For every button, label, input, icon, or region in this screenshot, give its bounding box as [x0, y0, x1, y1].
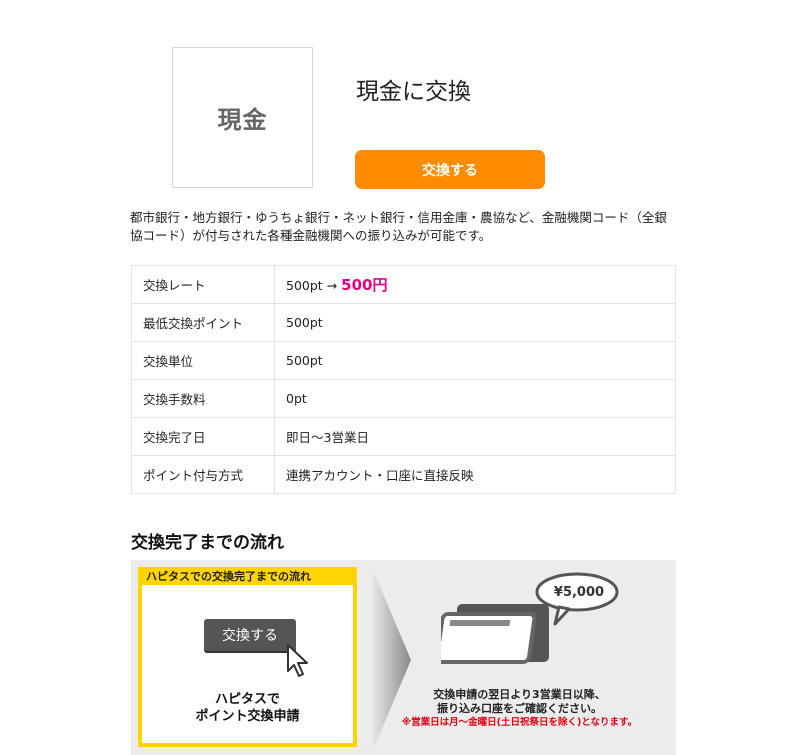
thumbnail-label: 現金	[217, 106, 268, 134]
sample-exchange-button: 交換する	[204, 619, 296, 651]
step1-line2: ポイント交換申請	[195, 709, 300, 724]
row-value: 即日～3営業日	[274, 417, 676, 456]
row-label: 交換単位	[131, 341, 275, 380]
row-value: 0pt	[274, 379, 676, 418]
exchange-button[interactable]: 交換する	[355, 150, 545, 189]
flow-step2-text: 交換申請の翌日より3営業日以降、 振り込み口座をご確認ください。 ※営業日は月～…	[363, 688, 676, 730]
table-row: 交換レート 500pt → 500円	[131, 265, 676, 304]
row-label: 交換完了日	[131, 417, 275, 456]
flow-graphic: ハピタスでの交換完了までの流れ 交換する ハピタスで ポイント交換申請 ¥5,0…	[131, 560, 676, 755]
row-value: 500pt	[274, 341, 676, 380]
step2-line2: 振り込み口座をご確認ください。	[437, 702, 602, 715]
row-label: ポイント付与方式	[131, 455, 275, 494]
table-row: 交換単位 500pt	[131, 341, 676, 380]
row-value: 500pt	[274, 303, 676, 342]
row-value: 500pt → 500円	[274, 265, 676, 304]
page-title: 現金に交換	[356, 79, 471, 105]
flow-step1-panel: 交換する ハピタスで ポイント交換申請	[142, 585, 353, 743]
step2-note: ※営業日は月～金曜日(土日祝祭日を除く)となります。	[401, 717, 638, 728]
amount-bubble: ¥5,000	[553, 585, 605, 600]
step2-line1: 交換申請の翌日より3営業日以降、	[433, 688, 606, 701]
exchange-info-table: 交換レート 500pt → 500円 最低交換ポイント 500pt 交換単位 500p…	[131, 265, 676, 494]
flow-heading: 交換完了までの流れ	[131, 533, 284, 553]
cash-thumbnail: 現金	[172, 47, 313, 188]
row-label: 交換レート	[131, 265, 275, 304]
cursor-icon	[287, 644, 308, 677]
step1-line1: ハピタスで	[214, 692, 280, 707]
row-label: 最低交換ポイント	[131, 303, 275, 342]
table-row: ポイント付与方式 連携アカウント・口座に直接反映	[131, 455, 676, 494]
table-row: 交換完了日 即日～3営業日	[131, 417, 676, 456]
flow-step1-frame: ハピタスでの交換完了までの流れ 交換する ハピタスで ポイント交換申請	[138, 567, 357, 747]
flow-box-title: ハピタスでの交換完了までの流れ	[146, 570, 311, 583]
row-value: 連携アカウント・口座に直接反映	[274, 455, 676, 494]
rate-yen: 500円	[341, 276, 388, 294]
rate-points: 500pt →	[286, 278, 338, 293]
flow-step1-text: ハピタスで ポイント交換申請	[142, 691, 353, 725]
row-label: 交換手数料	[131, 379, 275, 418]
description: 都市銀行・地方銀行・ゆうちょ銀行・ネット銀行・信用金庫・農協など、金融機関コード…	[130, 210, 667, 243]
table-row: 最低交換ポイント 500pt	[131, 303, 676, 342]
table-row: 交換手数料 0pt	[131, 379, 676, 418]
